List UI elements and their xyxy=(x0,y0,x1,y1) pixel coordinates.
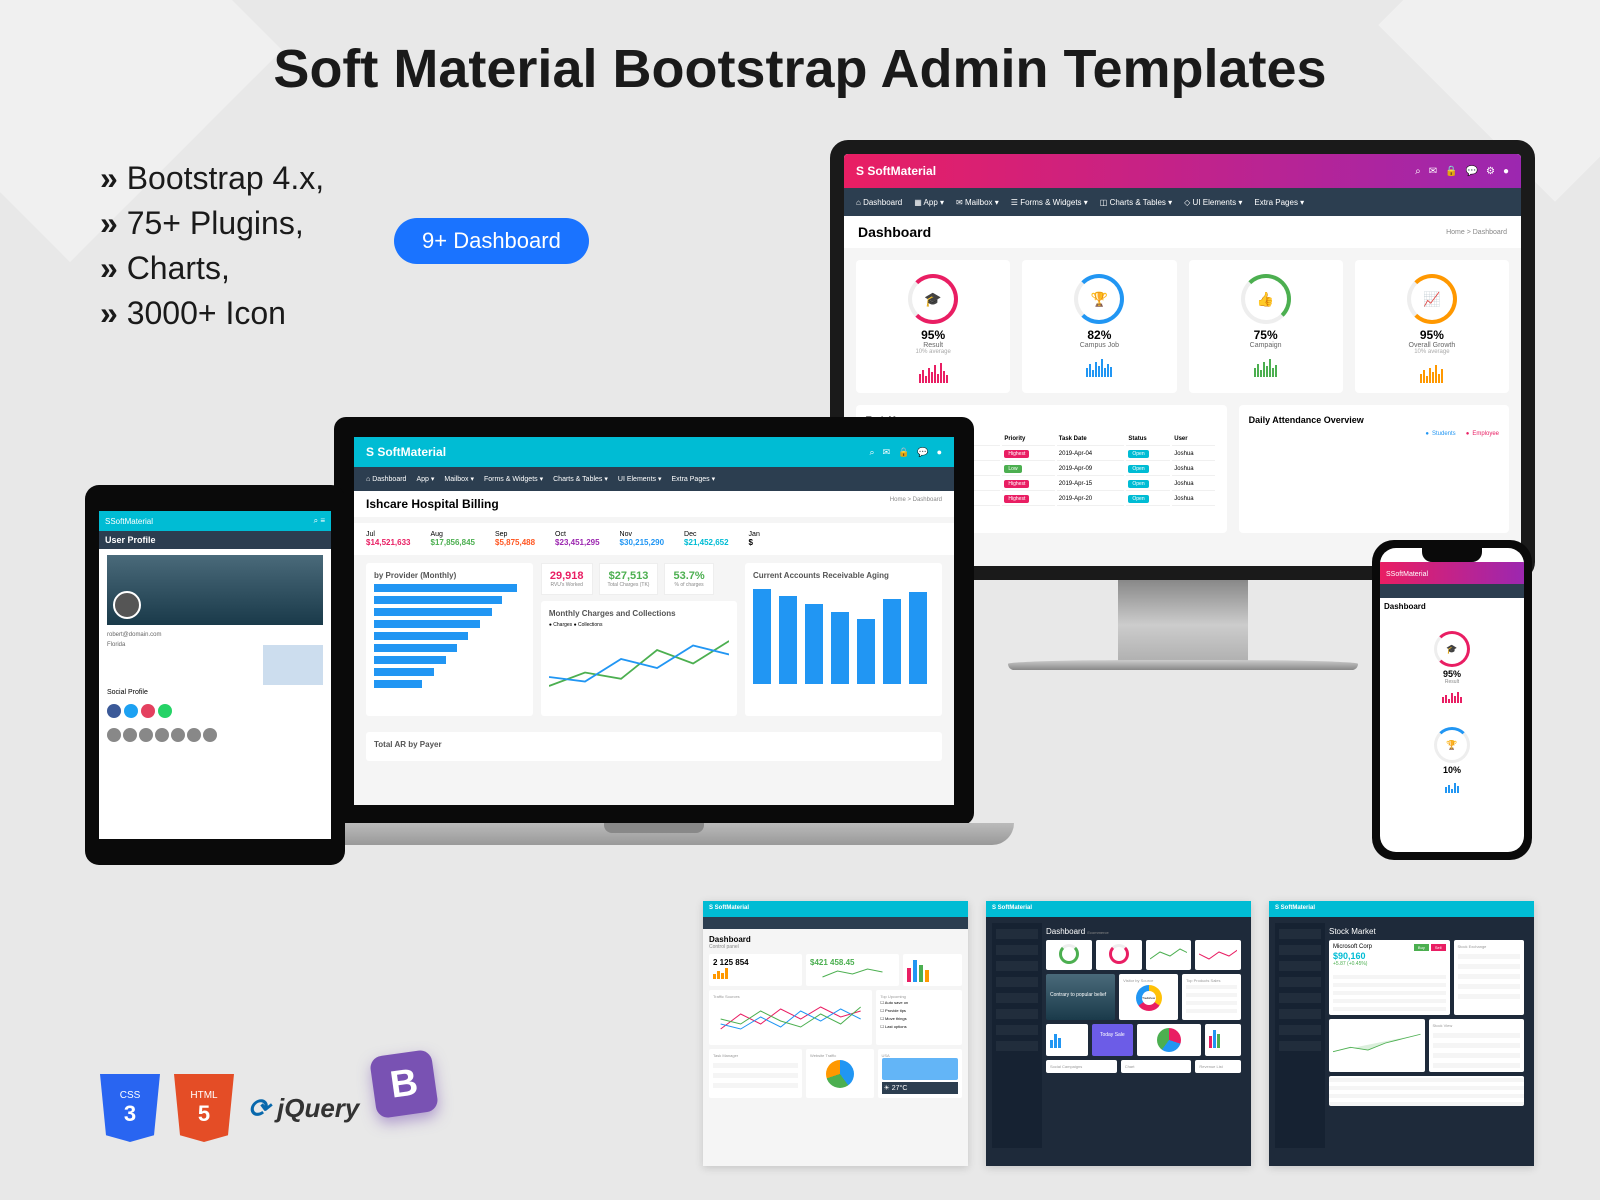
tech-badges: CSS3 HTML5 jQuery B xyxy=(100,1074,435,1142)
months-row: Jul$14,521,633 Aug$17,856,845 Sep$5,875,… xyxy=(354,523,954,555)
provider-panel: by Provider (Monthly) xyxy=(366,563,533,716)
twitter-icon[interactable] xyxy=(124,704,138,718)
nav-item[interactable]: Forms & Widgets ▾ xyxy=(484,475,543,483)
search-icon[interactable]: ⌕ xyxy=(870,447,875,458)
feature-item: Charts, xyxy=(100,250,324,287)
nav-item[interactable]: ⌂ Dashboard xyxy=(366,476,406,483)
stat-card: 👍 75% Campaign xyxy=(1189,260,1343,393)
chat-icon[interactable]: 💬 xyxy=(917,447,928,458)
stat-box: 29,918RVU's Worked xyxy=(541,563,593,595)
avatar-icon[interactable]: ● xyxy=(937,447,942,458)
breadcrumb: Home > Dashboard xyxy=(1446,229,1507,236)
phone-heading: Dashboard xyxy=(1380,598,1524,615)
topbar-icons: ⌕ ✉ 🔒 💬 ⚙ ● xyxy=(1415,166,1509,177)
phone-topbar: S SoftMaterial xyxy=(1380,562,1524,584)
tablet-device: S SoftMaterial⌕ ≡ User Profile robert@do… xyxy=(85,485,345,865)
nav-item[interactable]: ☰ Forms & Widgets ▾ xyxy=(1011,198,1088,207)
facebook-icon[interactable] xyxy=(107,704,121,718)
stat-card: 📈 95% Overall Growth 10% average xyxy=(1355,260,1509,393)
profile-photo xyxy=(107,555,323,625)
progress-ring: 🏆 xyxy=(1074,274,1124,324)
whatsapp-icon[interactable] xyxy=(158,704,172,718)
nav-item[interactable]: ◇ UI Elements ▾ xyxy=(1184,198,1242,207)
dashboard-count-badge: 9+ Dashboard xyxy=(394,218,589,264)
thumbnail-2[interactable]: S SoftMaterial Dashboard Ecommerce Contr… xyxy=(986,901,1251,1166)
feature-item: 75+ Plugins, xyxy=(100,205,324,242)
gear-icon[interactable]: ⚙ xyxy=(1486,166,1495,177)
thumbnail-3[interactable]: S SoftMaterial Stock Market Microsoft Co… xyxy=(1269,901,1534,1166)
line-chart xyxy=(549,628,729,708)
dark-sidebar xyxy=(992,923,1042,1148)
phone-device: S SoftMaterial Dashboard 🎓 95% Result 🏆 … xyxy=(1372,540,1532,860)
bootstrap-badge: B xyxy=(369,1049,439,1119)
topbar: S SoftMaterial⌕ ≡ xyxy=(99,511,331,531)
aging-panel: Current Accounts Receivable Aging xyxy=(745,563,942,716)
monthly-panel: Monthly Charges and Collections ● Charge… xyxy=(541,601,737,716)
feature-list: Bootstrap 4.x, 75+ Plugins, Charts, 3000… xyxy=(100,160,324,340)
payer-panel: Total AR by Payer xyxy=(366,732,942,761)
nav-item[interactable]: ◫ Charts & Tables ▾ xyxy=(1100,198,1172,207)
progress-ring: 👍 xyxy=(1241,274,1291,324)
navbar: ⌂ Dashboard ▦ App ▾ ✉ Mailbox ▾ ☰ Forms … xyxy=(844,188,1521,216)
thumbnail-1[interactable]: S SoftMaterial Dashboard Control panel 2… xyxy=(703,901,968,1166)
topbar: S SoftMaterial ⌕ ✉ 🔒 💬 ⚙ ● xyxy=(844,154,1521,188)
nav-item[interactable]: UI Elements ▾ xyxy=(618,475,662,483)
html5-badge: HTML5 xyxy=(174,1074,234,1142)
jquery-badge: jQuery xyxy=(248,1093,359,1124)
thumbnail-row: S SoftMaterial Dashboard Control panel 2… xyxy=(703,901,1534,1166)
stat-card: 🎓 95% Result 10% average xyxy=(856,260,1010,393)
feature-item: Bootstrap 4.x, xyxy=(100,160,324,197)
nav-item[interactable]: ⌂ Dashboard xyxy=(856,198,902,207)
profile-heading: User Profile xyxy=(99,531,331,549)
mail-icon[interactable]: ✉ xyxy=(883,447,891,458)
lock-icon[interactable]: 🔒 xyxy=(898,447,909,458)
nav-item[interactable]: Extra Pages ▾ xyxy=(671,475,715,483)
brand-logo: S SoftMaterial xyxy=(856,164,936,178)
phone-stat-card: 🎓 95% Result xyxy=(1386,621,1518,711)
avatar-list xyxy=(107,728,323,742)
provider-chart xyxy=(374,584,525,688)
brand-logo: S SoftMaterial xyxy=(366,445,446,459)
progress-ring: 🎓 xyxy=(908,274,958,324)
nav-item[interactable]: Extra Pages ▾ xyxy=(1254,198,1304,207)
attendance-panel: Daily Attendance Overview StudentsEmploy… xyxy=(1239,405,1509,533)
progress-ring: 📈 xyxy=(1407,274,1457,324)
nav-item[interactable]: ▦ App ▾ xyxy=(914,198,944,207)
chat-icon[interactable]: 💬 xyxy=(1466,166,1478,177)
stat-box: $27,513Total Charges (TK) xyxy=(599,563,659,595)
mail-icon[interactable]: ✉ xyxy=(1429,166,1437,177)
nav-item[interactable]: Charts & Tables ▾ xyxy=(553,475,608,483)
avatar-icon[interactable]: ● xyxy=(1503,166,1509,177)
stat-card: 🏆 82% Campus Job xyxy=(1022,260,1176,393)
breadcrumb: Home > Dashboard xyxy=(890,497,942,511)
social-icons xyxy=(107,704,323,718)
map-thumbnail xyxy=(263,645,323,685)
stat-box: 53.7%% of charges xyxy=(664,563,713,595)
instagram-icon[interactable] xyxy=(141,704,155,718)
attendance-chart xyxy=(1249,443,1499,523)
page-heading: Ishcare Hospital Billing xyxy=(366,497,499,511)
laptop-device: S SoftMaterial ⌕ ✉ 🔒 💬 ● ⌂ Dashboard App ▾ M… xyxy=(294,417,1014,845)
nav-item[interactable]: App ▾ xyxy=(416,475,434,483)
nav-item[interactable]: ✉ Mailbox ▾ xyxy=(956,198,999,207)
search-icon[interactable]: ⌕ xyxy=(1415,166,1421,177)
phone-stat-card: 🏆 10% xyxy=(1386,717,1518,801)
nav-item[interactable]: Mailbox ▾ xyxy=(444,475,474,483)
lock-icon[interactable]: 🔒 xyxy=(1445,166,1457,177)
css3-badge: CSS3 xyxy=(100,1074,160,1142)
profile-info: robert@domain.com Florida xyxy=(107,631,323,650)
aging-chart xyxy=(753,584,934,684)
dark-sidebar xyxy=(1275,923,1325,1148)
dashboard-heading: Dashboard xyxy=(858,224,931,240)
dashboard-teal: S SoftMaterial ⌕ ✉ 🔒 💬 ● ⌂ Dashboard App ▾ M… xyxy=(354,437,954,805)
page-title: Soft Material Bootstrap Admin Templates xyxy=(0,0,1600,100)
feature-item: 3000+ Icon xyxy=(100,295,324,332)
